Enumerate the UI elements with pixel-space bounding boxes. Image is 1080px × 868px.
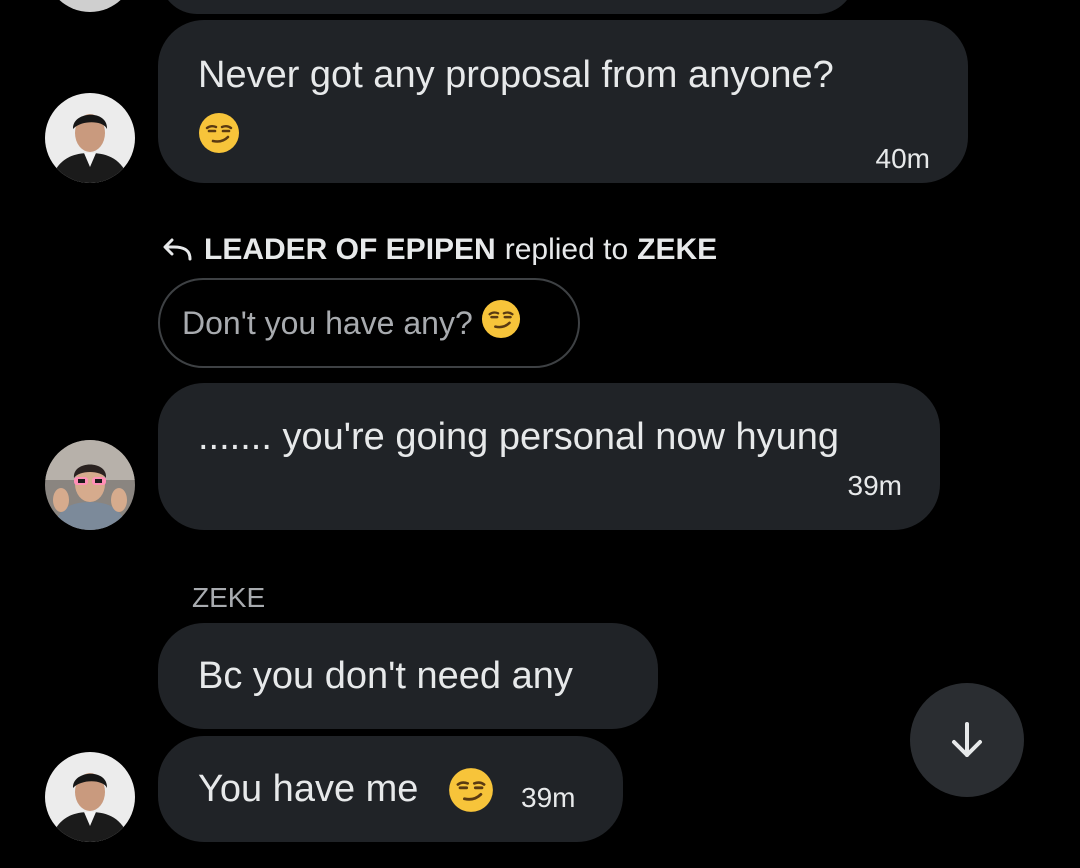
smirk-emoji [481, 299, 521, 347]
avatar-partial[interactable] [45, 0, 135, 12]
sender-name-label: ZEKE [192, 582, 266, 613]
message-text: ....... you're going personal now hyung [198, 416, 839, 458]
reply-context-header: LEADER OF EPIPEN replied to ZEKE [160, 232, 717, 268]
reply-verb: replied to [504, 233, 629, 266]
message-timestamp: 39m [847, 470, 902, 501]
message-timestamp: 39m [521, 782, 576, 813]
message-bubble[interactable]: Bc you don't need any [158, 623, 658, 729]
message-text: Never got any proposal from anyone? [198, 54, 834, 96]
message-text: You have me [198, 768, 419, 810]
reply-target-name: ZEKE [637, 233, 718, 266]
reply-arrow-icon [160, 237, 194, 263]
message-bubble[interactable]: You have me 39m [158, 736, 623, 842]
avatar-leader-of-epipen[interactable] [45, 440, 135, 530]
arrow-down-icon [945, 718, 989, 762]
message-timestamp: 40m [875, 143, 930, 174]
smirk-emoji [448, 767, 494, 818]
message-bubble-partial[interactable] [160, 0, 855, 14]
scroll-to-bottom-button[interactable] [910, 683, 1024, 797]
message-bubble[interactable]: Never got any proposal from anyone? 40m [158, 20, 968, 183]
avatar-zeke[interactable] [45, 93, 135, 183]
reply-sender-name: LEADER OF EPIPEN [204, 233, 496, 266]
smirk-emoji [198, 112, 240, 159]
message-text: Bc you don't need any [198, 655, 573, 697]
quoted-message[interactable]: Don't you have any? [158, 278, 580, 368]
quoted-message-text: Don't you have any? [182, 304, 473, 341]
avatar-zeke[interactable] [45, 752, 135, 842]
message-bubble[interactable]: ....... you're going personal now hyung … [158, 383, 940, 530]
